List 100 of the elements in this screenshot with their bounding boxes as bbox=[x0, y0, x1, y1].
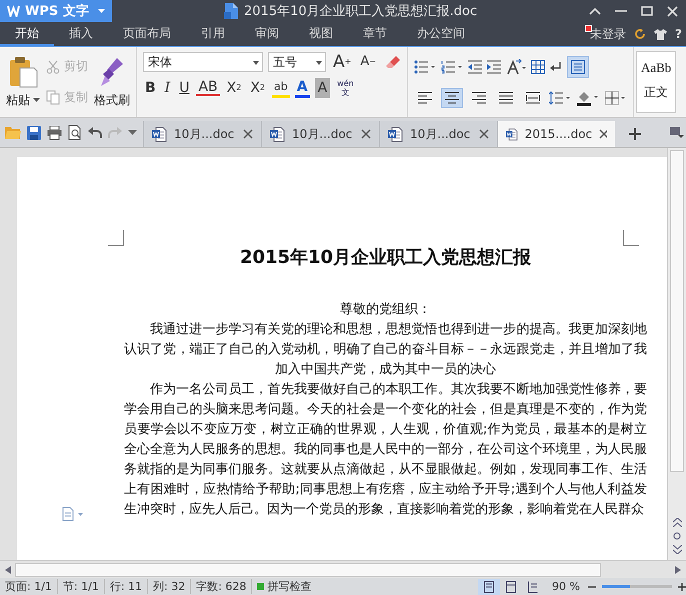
save-icon[interactable] bbox=[27, 126, 41, 140]
collapse-ribbon-icon[interactable] bbox=[589, 7, 601, 15]
caret-icon bbox=[33, 98, 40, 102]
page-view-icon[interactable] bbox=[478, 578, 500, 594]
tab-label: 10月...doc bbox=[174, 126, 236, 142]
status-item: 页面: 1/1 bbox=[0, 579, 58, 594]
style-gallery[interactable]: AaBb 正文 bbox=[636, 51, 676, 113]
menu-tab[interactable]: 审阅 bbox=[240, 22, 294, 46]
body-paragraph: 作为一名公司员工，首先我要做好自己的本职工作。其次我要不断地加强党性修养，要学会用自己的头脑来思考问题。今天的社会是一个变化的社会，但是真理是不变的，作为党员要学会以不变应万变，树立正确的世界观，人生观，价值观;作为党员，最基本的是树立全心全意为人民服务的思想。我的同事也是人民中的一部分，在公司这个环境里，为人民服务就指的是为同事们服务。这就要从点滴做起，从不显眼做起。例如，发现同事工作、生活上有困难时，应热情给予帮助;同事思想上有疙瘩，应主动给予开导;遇到个人与他人利益发生冲突时，应先人后己。因为一个党员的形象，直接影响着党的形象，影响着党在人民群众 bbox=[124, 381, 648, 519]
menu-tab[interactable]: 插入 bbox=[54, 22, 108, 46]
login-link[interactable]: 未登录 bbox=[590, 26, 626, 42]
align-center-button[interactable] bbox=[440, 88, 463, 108]
scroll-left-icon[interactable] bbox=[5, 566, 11, 574]
w-logo-icon bbox=[7, 5, 20, 17]
menu-tab[interactable]: 页面布局 bbox=[108, 22, 186, 46]
increase-indent-icon[interactable] bbox=[486, 60, 501, 74]
tab-label: 10月...doc bbox=[410, 126, 472, 142]
decrease-indent-icon[interactable] bbox=[468, 60, 482, 74]
zoom-level: 90 % bbox=[551, 580, 581, 593]
close-tab-icon[interactable] bbox=[599, 129, 607, 139]
sync-icon[interactable] bbox=[634, 28, 646, 40]
close-tab-icon[interactable] bbox=[479, 129, 489, 139]
previous-page-icon[interactable] bbox=[672, 518, 682, 527]
app-name: WPS 文字 bbox=[25, 2, 90, 20]
word-document-icon bbox=[270, 126, 285, 142]
show-marks-toggle[interactable] bbox=[566, 56, 589, 78]
clipboard-icon bbox=[8, 56, 38, 88]
document-tab[interactable]: 2015....doc bbox=[497, 121, 615, 147]
body-paragraph: 我通过进一步学习有关党的理论和思想，思想觉悟也得到进一步的提高。我更加深刻地认识了党，端正了自己的入党动机，明确了自己的奋斗目标－－永远跟党走，并且增加了我加入中国共产党，成为其中一员的决心 bbox=[124, 321, 648, 379]
minimize-icon[interactable] bbox=[615, 7, 627, 15]
style-name: 正文 bbox=[644, 84, 668, 101]
side-panel-icon[interactable] bbox=[670, 127, 686, 139]
menu-tab[interactable]: 视图 bbox=[294, 22, 348, 46]
paste-label: 粘贴 bbox=[6, 92, 30, 108]
corner-mark bbox=[108, 230, 124, 246]
shrink-font-button[interactable]: A$^{−}$ bbox=[358, 52, 378, 72]
style-preview: AaBb bbox=[640, 60, 672, 76]
status-item: 节: 1/1 bbox=[58, 579, 105, 594]
format-painter-button[interactable]: 格式刷 bbox=[94, 56, 130, 108]
sup-button[interactable]: X$^{2}$ bbox=[224, 78, 244, 98]
strike-button[interactable]: AB bbox=[196, 80, 220, 96]
font-size-dropdown[interactable]: 五号 bbox=[268, 52, 326, 72]
document-tab[interactable]: 10月...doc bbox=[261, 121, 379, 147]
greeting: 尊敬的党组织： bbox=[339, 301, 432, 319]
spell-check-button[interactable]: 拼写检查 bbox=[252, 579, 316, 594]
table-grid-icon[interactable] bbox=[530, 60, 545, 74]
caret-icon bbox=[98, 9, 105, 13]
undo-icon[interactable] bbox=[88, 126, 102, 138]
status-item: 列: 32 bbox=[148, 579, 192, 594]
menu-tab[interactable]: 章节 bbox=[348, 22, 402, 46]
paragraph-menu-icon[interactable] bbox=[62, 507, 84, 521]
underline-button[interactable]: U bbox=[177, 78, 192, 98]
window-title: 2015年10月企业职工入党思想汇报.doc bbox=[244, 3, 478, 20]
next-page-icon[interactable] bbox=[672, 545, 682, 554]
bold-button[interactable]: B bbox=[143, 78, 158, 98]
highlight-button[interactable]: ab bbox=[272, 78, 290, 98]
close-tab-icon[interactable] bbox=[243, 129, 253, 139]
bullet-list-icon[interactable] bbox=[414, 60, 436, 74]
document-tab[interactable]: 10月...doc bbox=[143, 121, 261, 147]
italic-button[interactable]: I bbox=[162, 78, 172, 98]
scrollbar-thumb[interactable] bbox=[15, 562, 601, 576]
document-title: 2015年10月企业职工入党思想汇报 bbox=[238, 246, 532, 270]
word-document-icon bbox=[388, 126, 403, 142]
close-icon[interactable] bbox=[667, 6, 678, 16]
word-document-icon bbox=[506, 126, 518, 142]
maximize-icon[interactable] bbox=[641, 6, 653, 16]
document-tab[interactable]: 10月...doc bbox=[379, 121, 497, 147]
status-item: 行: 11 bbox=[104, 579, 148, 594]
tab-label: 2015....doc bbox=[524, 127, 592, 141]
line-break-icon[interactable] bbox=[550, 61, 562, 73]
grow-font-button[interactable]: A$^{+}$ bbox=[331, 52, 354, 72]
dropdown-caret-icon[interactable] bbox=[128, 130, 137, 135]
zoom-in-icon[interactable] bbox=[678, 582, 686, 590]
paste-button[interactable]: 粘贴 bbox=[6, 56, 40, 108]
color-button[interactable]: A bbox=[294, 78, 310, 98]
text-direction-icon[interactable] bbox=[506, 59, 526, 75]
numbered-list-icon[interactable] bbox=[440, 60, 463, 74]
scissors-icon bbox=[46, 60, 60, 74]
scrollbar-thumb[interactable] bbox=[670, 150, 684, 472]
close-tab-icon[interactable] bbox=[361, 129, 371, 139]
browse-object-icon[interactable] bbox=[673, 532, 682, 540]
paintbrush-icon bbox=[99, 56, 125, 88]
help-button[interactable]: ? bbox=[675, 27, 682, 41]
status-item: 字数: 628 bbox=[191, 579, 252, 594]
document-icon bbox=[224, 3, 238, 19]
pinyin-button[interactable]: wén 文 bbox=[335, 78, 356, 98]
font-name-dropdown[interactable]: 宋体 bbox=[143, 52, 263, 72]
printer-icon[interactable] bbox=[47, 126, 62, 140]
line-spacing-icon[interactable] bbox=[548, 91, 571, 105]
paint-bucket-icon[interactable] bbox=[576, 90, 600, 106]
shirt-icon[interactable] bbox=[654, 28, 668, 40]
borders-icon[interactable] bbox=[604, 91, 627, 105]
menu-tab[interactable]: 办公空间 bbox=[402, 22, 480, 46]
scroll-right-icon[interactable] bbox=[675, 566, 681, 574]
new-tab-icon[interactable] bbox=[629, 128, 641, 140]
print-preview-icon[interactable] bbox=[68, 125, 82, 140]
zoom-slider-fill[interactable] bbox=[602, 585, 630, 588]
shade-button[interactable]: A bbox=[314, 78, 330, 98]
menu-tab[interactable]: 引用 bbox=[186, 22, 240, 46]
tab-label: 10月...doc bbox=[292, 126, 354, 142]
